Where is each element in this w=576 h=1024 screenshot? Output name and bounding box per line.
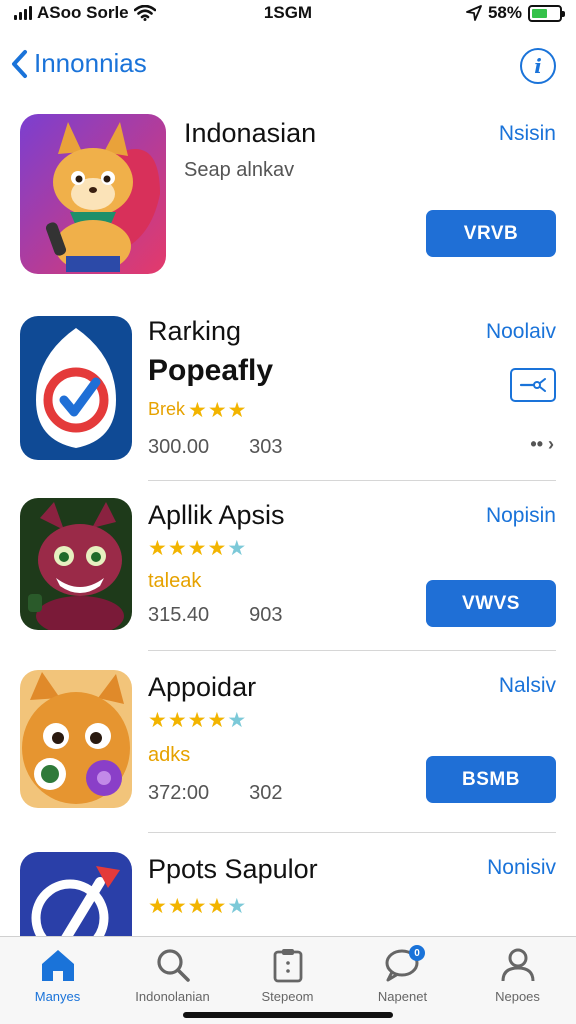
get-button[interactable]: VRVB xyxy=(426,210,556,257)
app-name: Appoidar xyxy=(148,672,257,702)
stat-value: 903 xyxy=(249,604,283,626)
app-name: Rarking xyxy=(148,316,242,346)
search-icon xyxy=(156,949,190,982)
tab-label: Nepoes xyxy=(495,989,540,1004)
info-icon: i xyxy=(534,54,542,78)
stat-value: 372:00 xyxy=(148,782,210,804)
star-rating: ★ ★ ★ ★ ★ xyxy=(148,896,246,917)
app-icon-shield xyxy=(20,316,132,460)
clipboard-icon xyxy=(273,949,302,983)
star-icon: ★ xyxy=(187,895,207,918)
star-icon: ★ xyxy=(207,895,227,918)
divider xyxy=(148,650,556,651)
app-icon-cat xyxy=(20,670,132,808)
star-icon: ★ xyxy=(188,399,207,422)
profile-icon xyxy=(501,948,534,982)
star-icon: ★ xyxy=(167,537,187,560)
app-tag[interactable]: Noolaiv xyxy=(486,320,556,344)
notification-badge: 0 xyxy=(409,945,425,961)
list-item[interactable]: Appoidar ★ ★ ★ ★ ★ adks 372:00 302 Nalsi… xyxy=(0,668,576,828)
app-stats: 315.40 903 xyxy=(148,604,283,627)
tab-label: Stepeom xyxy=(261,989,314,1004)
star-icon: ★ xyxy=(207,399,227,422)
battery-percent: 58% xyxy=(487,3,522,22)
stat-value: 300.00 xyxy=(148,436,210,458)
star-icon: ★ xyxy=(187,537,207,560)
app-tag[interactable]: Nalsiv xyxy=(499,674,556,698)
list-item[interactable]: Apllik Apsis ★ ★ ★ ★ ★ taleak 315.40 903… xyxy=(0,498,576,648)
app-name: Apllik Apsis xyxy=(148,500,285,530)
share-button[interactable] xyxy=(510,368,556,402)
app-tag[interactable]: Nopisin xyxy=(486,504,556,528)
tab-label: Indonolanian xyxy=(135,989,210,1004)
app-stats: 372:00 302 xyxy=(148,782,283,805)
star-icon: ★ xyxy=(167,709,187,732)
star-icon: ★ xyxy=(207,537,227,560)
app-stats: 300.00 303 xyxy=(148,436,283,459)
tab-search[interactable]: Indonolanian xyxy=(115,947,230,1004)
home-indicator xyxy=(183,1012,393,1018)
nav-bar: Innonnias i xyxy=(0,42,576,92)
battery-level xyxy=(532,8,548,18)
info-button[interactable]: i xyxy=(520,48,556,84)
share-icon xyxy=(519,378,546,392)
battery-icon xyxy=(528,4,565,22)
divider xyxy=(148,832,556,833)
star-icon: ★ xyxy=(148,537,167,560)
tab-profile[interactable]: Nepoes xyxy=(460,947,575,1004)
list-item[interactable]: Rarking Popeafly Brek ★ ★ ★ 300.00 303 N… xyxy=(0,316,576,476)
star-icon: ★ xyxy=(227,709,247,732)
star-rating: Brek ★ ★ ★ xyxy=(148,400,247,421)
chevron-left-icon xyxy=(12,49,27,78)
app-icon-monster xyxy=(20,498,132,630)
star-icon: ★ xyxy=(187,709,207,732)
star-icon: ★ xyxy=(227,399,247,422)
divider xyxy=(148,480,556,481)
stat-value: 302 xyxy=(249,782,283,804)
app-icon-arrow xyxy=(20,852,132,936)
app-name: Ppots Sapulor xyxy=(148,854,318,884)
tab-messages[interactable]: 0 Napenet xyxy=(345,945,460,1004)
rating-text: Brek xyxy=(148,399,186,419)
tab-home[interactable]: Manyes xyxy=(0,947,115,1004)
star-icon: ★ xyxy=(227,537,247,560)
app-subtitle-bold: Popeafly xyxy=(148,354,274,387)
star-icon: ★ xyxy=(167,895,187,918)
list-item[interactable]: Ppots Sapulor ★ ★ ★ ★ ★ Nonisiv xyxy=(0,850,576,936)
stat-value: 303 xyxy=(249,436,283,458)
home-icon xyxy=(41,950,74,981)
tab-bar: Manyes Indonolanian Stepeom 0 Napenet Ne… xyxy=(0,936,576,1024)
star-icon: ★ xyxy=(207,709,227,732)
app-tag[interactable]: Nonisiv xyxy=(487,856,556,880)
star-rating: ★ ★ ★ ★ ★ xyxy=(148,710,246,731)
get-button[interactable]: BSMB xyxy=(426,756,556,803)
tab-clipboard[interactable]: Stepeom xyxy=(230,947,345,1004)
star-icon: ★ xyxy=(227,895,247,918)
app-subtitle: Seap alnkav xyxy=(184,159,295,181)
tab-label: Napenet xyxy=(377,989,428,1004)
star-rating: ★ ★ ★ ★ ★ xyxy=(148,538,246,559)
location-arrow-icon xyxy=(466,5,482,21)
tab-label: Manyes xyxy=(34,989,81,1004)
app-tag[interactable]: Nsisin xyxy=(499,122,556,146)
app-subtitle: taleak xyxy=(148,570,202,592)
app-icon-fox xyxy=(20,114,166,274)
back-button[interactable]: Innonnias xyxy=(10,48,147,79)
back-label: Innonnias xyxy=(34,48,147,78)
star-icon: ★ xyxy=(148,895,167,918)
app-name: Indonasian xyxy=(184,118,317,148)
app-subtitle: adks xyxy=(148,744,191,766)
star-icon: ★ xyxy=(148,709,167,732)
more-icon[interactable]: •• › xyxy=(530,434,554,455)
status-bar: ASoo Sorle 1SGM 58% xyxy=(0,0,576,26)
get-button[interactable]: VWVS xyxy=(426,580,556,627)
stat-value: 315.40 xyxy=(148,604,210,626)
list-item[interactable]: Indonasian Seap alnkav Nsisin VRVB xyxy=(0,112,576,282)
status-right: 58% xyxy=(466,3,565,23)
